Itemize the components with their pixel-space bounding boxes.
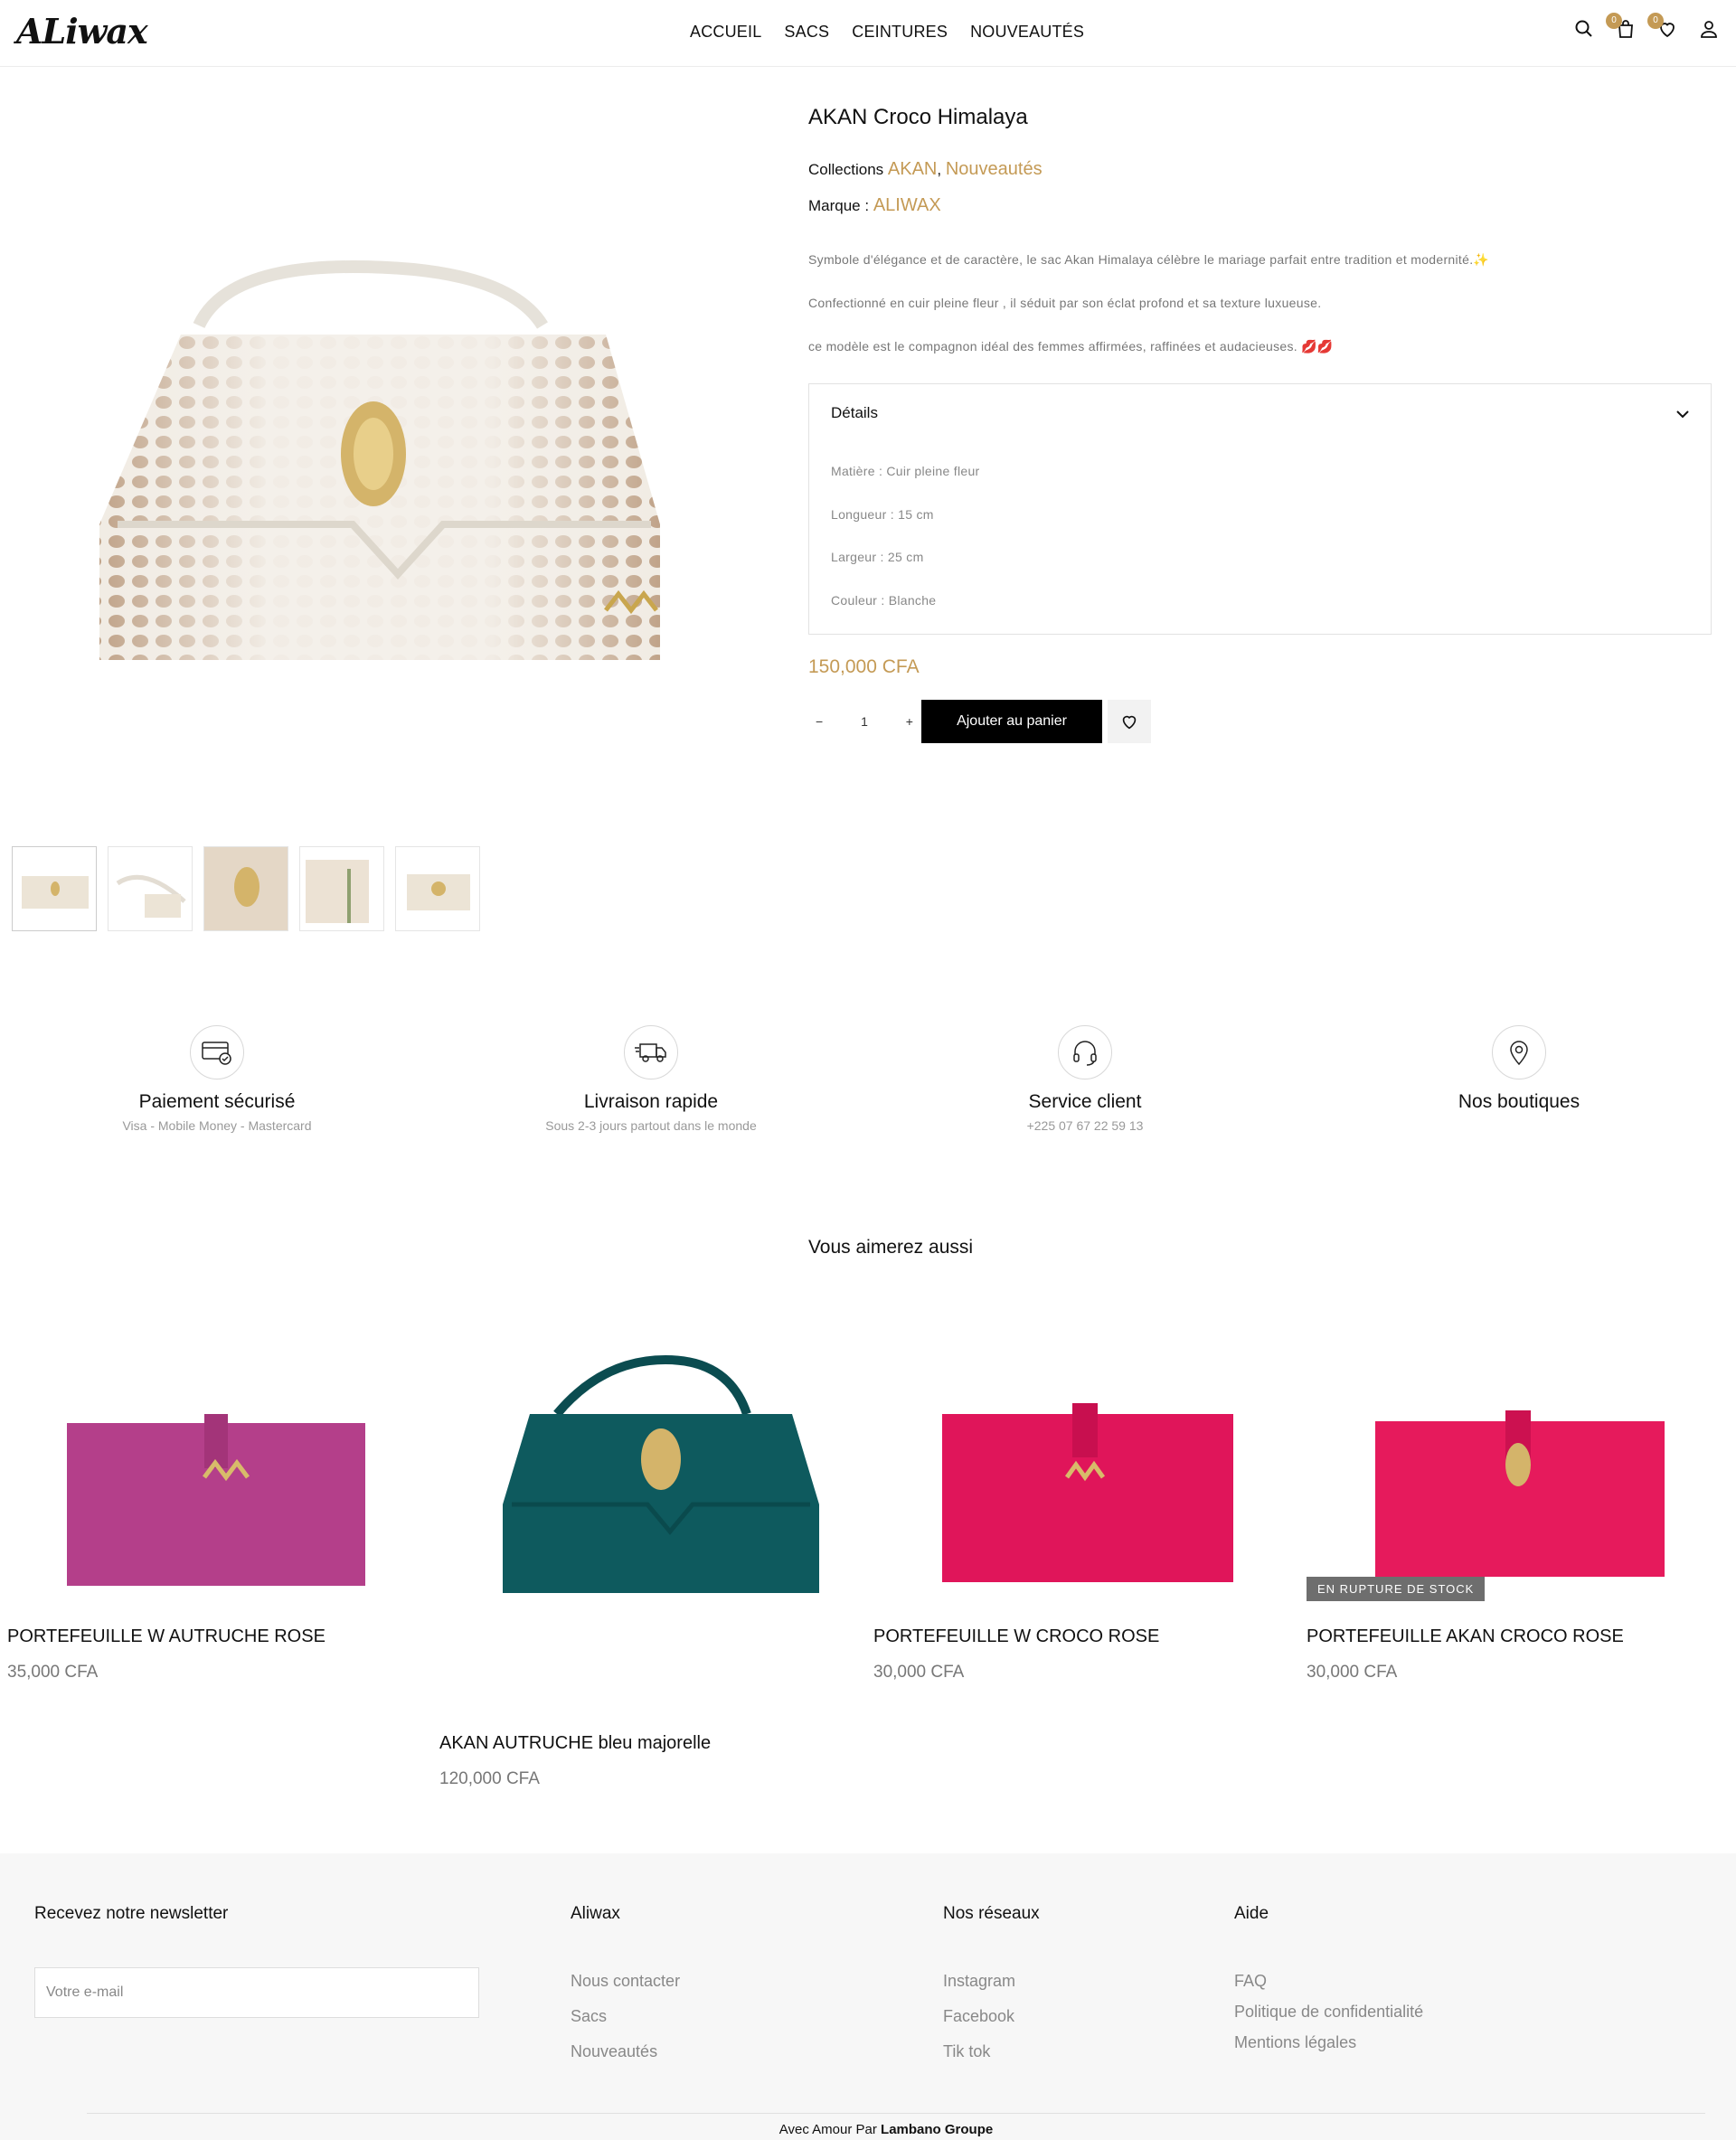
feature-payment: Paiement sécurisé Visa - Mobile Money - … bbox=[36, 1025, 398, 1133]
thumbnail-5[interactable] bbox=[395, 846, 480, 931]
heart-icon bbox=[1122, 715, 1137, 730]
thumbnail-2[interactable] bbox=[108, 846, 193, 931]
related-product-4[interactable] bbox=[1307, 1287, 1731, 1599]
spec-couleur: Couleur : Blanche bbox=[831, 593, 937, 608]
product-name[interactable]: PORTEFEUILLE W AUTRUCHE ROSE bbox=[7, 1626, 326, 1647]
footer-credit: Avec Amour Par Lambano Groupe bbox=[0, 2122, 1736, 2137]
quantity-stepper: − 1 + bbox=[808, 700, 920, 743]
footer-link-instagram[interactable]: Instagram bbox=[943, 1972, 1015, 1991]
heart-icon[interactable]: 0 bbox=[1647, 13, 1678, 42]
product-name[interactable]: PORTEFEUILLE AKAN CROCO ROSE bbox=[1307, 1626, 1624, 1647]
details-toggle[interactable]: Détails bbox=[831, 404, 878, 422]
cart-icon[interactable]: 0 bbox=[1606, 13, 1637, 42]
product-price: 150,000 CFA bbox=[808, 656, 920, 677]
add-to-cart-button[interactable]: Ajouter au panier bbox=[921, 700, 1102, 743]
thumbnail-4[interactable] bbox=[299, 846, 384, 931]
nav-nouveautes[interactable]: NOUVEAUTÉS bbox=[970, 23, 1084, 42]
feature-title: Service client bbox=[1028, 1091, 1142, 1112]
credit-prefix: Avec Amour Par bbox=[778, 2122, 877, 2137]
product-thumbnails bbox=[12, 846, 480, 931]
product-description-2: Confectionné en cuir pleine fleur , il s… bbox=[808, 296, 1322, 310]
collection-link-akan[interactable]: AKAN bbox=[888, 159, 937, 179]
search-icon[interactable] bbox=[1573, 18, 1595, 42]
related-product-1[interactable] bbox=[7, 1287, 432, 1599]
feature-subtitle: Sous 2-3 jours partout dans le monde bbox=[545, 1118, 757, 1133]
newsletter-title: Recevez notre newsletter bbox=[34, 1904, 229, 1923]
product-price: 120,000 CFA bbox=[439, 1769, 540, 1788]
collection-link-nouveautes[interactable]: Nouveautés bbox=[946, 159, 1043, 179]
credit-brand[interactable]: Lambano Groupe bbox=[881, 2122, 993, 2137]
product-brand: Marque : ALIWAX bbox=[808, 195, 941, 216]
product-image[interactable] bbox=[873, 1287, 1298, 1599]
footer-link-nouveautes[interactable]: Nouveautés bbox=[571, 2042, 657, 2061]
collections-label: Collections bbox=[808, 161, 884, 178]
product-description-1: Symbole d'élégance et de caractère, le s… bbox=[808, 252, 1490, 267]
nav-accueil[interactable]: ACCUEIL bbox=[690, 23, 761, 42]
product-image[interactable] bbox=[7, 1287, 432, 1599]
footer-col-aliwax-title: Aliwax bbox=[571, 1904, 620, 1923]
product-name[interactable]: AKAN AUTRUCHE bleu majorelle bbox=[439, 1733, 711, 1754]
product-description-3: ce modèle est le compagnon idéal des fem… bbox=[808, 339, 1334, 354]
nav-ceintures[interactable]: CEINTURES bbox=[852, 23, 948, 42]
main-nav: ACCUEIL SACS CEINTURES NOUVEAUTÉS bbox=[690, 23, 1084, 42]
nav-sacs[interactable]: SACS bbox=[784, 23, 829, 42]
related-products-heading: Vous aimerez aussi bbox=[807, 1237, 974, 1258]
details-accordion: Détails Matière : Cuir pleine fleur Long… bbox=[808, 383, 1712, 635]
product-title: AKAN Croco Himalaya bbox=[808, 105, 1028, 129]
feature-title: Livraison rapide bbox=[583, 1091, 719, 1112]
qty-minus-button[interactable]: − bbox=[816, 714, 823, 729]
footer-link-sacs[interactable]: Sacs bbox=[571, 2007, 607, 2026]
add-to-wishlist-button[interactable] bbox=[1108, 700, 1151, 743]
feature-subtitle: +225 07 67 22 59 13 bbox=[1026, 1118, 1144, 1133]
site-header: ALiwax ACCUEIL SACS CEINTURES NOUVEAUTÉS… bbox=[0, 0, 1736, 67]
thumbnail-3[interactable] bbox=[203, 846, 288, 931]
product-image[interactable] bbox=[1307, 1287, 1731, 1599]
footer-col-help-title: Aide bbox=[1234, 1904, 1269, 1923]
feature-service: Service client +225 07 67 22 59 13 bbox=[904, 1025, 1266, 1133]
truck-icon bbox=[624, 1025, 678, 1079]
related-product-3[interactable] bbox=[873, 1287, 1298, 1599]
product-main-image[interactable] bbox=[81, 253, 714, 678]
thumbnail-1[interactable] bbox=[12, 846, 97, 931]
footer-link-contact[interactable]: Nous contacter bbox=[571, 1972, 680, 1991]
footer-link-privacy[interactable]: Politique de confidentialité bbox=[1234, 2003, 1423, 2022]
headset-icon bbox=[1058, 1025, 1112, 1079]
qty-value[interactable]: 1 bbox=[861, 714, 868, 729]
site-logo[interactable]: ALiwax bbox=[16, 11, 148, 52]
spec-matiere: Matière : Cuir pleine fleur bbox=[831, 464, 980, 478]
product-name[interactable]: PORTEFEUILLE W CROCO ROSE bbox=[873, 1626, 1159, 1647]
product-collections: Collections AKAN, Nouveautés bbox=[808, 159, 1043, 180]
card-shield-icon bbox=[190, 1025, 244, 1079]
related-product-2[interactable] bbox=[439, 1287, 864, 1599]
feature-title: Nos boutiques bbox=[1458, 1091, 1580, 1112]
header-icons: 0 0 bbox=[1573, 13, 1720, 42]
chevron-down-icon[interactable] bbox=[1675, 406, 1691, 422]
product-price: 30,000 CFA bbox=[1307, 1663, 1398, 1682]
wishlist-count-badge: 0 bbox=[1647, 13, 1664, 29]
footer-link-faq[interactable]: FAQ bbox=[1234, 1972, 1267, 1991]
product-price: 35,000 CFA bbox=[7, 1663, 99, 1682]
newsletter-email-input[interactable] bbox=[34, 1967, 479, 2018]
footer-link-legal[interactable]: Mentions légales bbox=[1234, 2033, 1356, 2052]
footer-link-facebook[interactable]: Facebook bbox=[943, 2007, 1014, 2026]
footer-col-social-title: Nos réseaux bbox=[943, 1904, 1040, 1923]
qty-plus-button[interactable]: + bbox=[906, 714, 913, 729]
footer-link-tiktok[interactable]: Tik tok bbox=[943, 2042, 990, 2061]
out-of-stock-badge: EN RUPTURE DE STOCK bbox=[1307, 1577, 1486, 1601]
footer-divider bbox=[87, 2113, 1705, 2114]
spec-largeur: Largeur : 25 cm bbox=[831, 550, 924, 564]
feature-delivery: Livraison rapide Sous 2-3 jours partout … bbox=[470, 1025, 832, 1133]
brand-link[interactable]: ALIWAX bbox=[873, 195, 941, 215]
map-pin-icon bbox=[1492, 1025, 1546, 1079]
user-icon[interactable] bbox=[1698, 18, 1720, 42]
spec-longueur: Longueur : 15 cm bbox=[831, 507, 934, 522]
feature-stores[interactable]: Nos boutiques bbox=[1338, 1025, 1700, 1113]
collection-separator: , bbox=[937, 161, 942, 178]
product-image[interactable] bbox=[439, 1287, 864, 1599]
feature-title: Paiement sécurisé bbox=[138, 1091, 296, 1112]
brand-label: Marque : bbox=[808, 197, 870, 214]
cart-count-badge: 0 bbox=[1606, 13, 1622, 29]
feature-subtitle: Visa - Mobile Money - Mastercard bbox=[122, 1118, 312, 1133]
product-price: 30,000 CFA bbox=[873, 1663, 965, 1682]
